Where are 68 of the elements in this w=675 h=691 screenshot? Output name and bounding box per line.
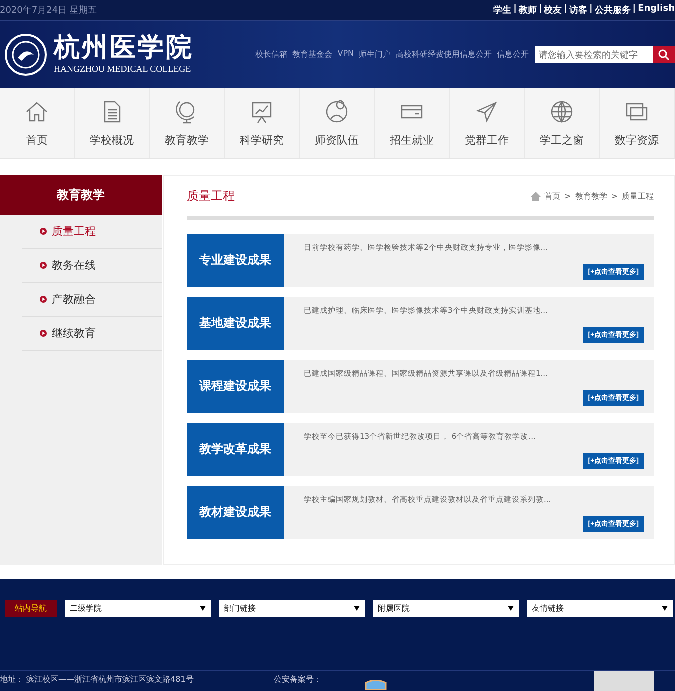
bullet-icon bbox=[40, 296, 47, 303]
separator-text: | bbox=[538, 4, 542, 16]
bullet-icon bbox=[40, 228, 47, 235]
sidebar-title: 教育教学 bbox=[0, 175, 162, 215]
home-icon bbox=[530, 192, 541, 200]
nav-link[interactable]: 科学研究 bbox=[240, 132, 284, 148]
search-button[interactable] bbox=[653, 46, 675, 63]
separator-text: | bbox=[564, 4, 568, 16]
date-text: 2020年7月24日 星期五 bbox=[0, 4, 97, 16]
breadcrumb-separator: > bbox=[611, 192, 618, 200]
select-field[interactable]: 友情链接 bbox=[527, 600, 673, 617]
college-english-name: HANGZHOU MEDICAL COLLEGE bbox=[54, 64, 192, 74]
header-link[interactable]: 信息公开 bbox=[497, 49, 529, 60]
nav-link[interactable]: 学校概况 bbox=[90, 132, 134, 148]
bullet-icon bbox=[40, 262, 47, 269]
search-icon bbox=[658, 48, 670, 60]
card-title[interactable]: 课程建设成果 bbox=[187, 360, 284, 413]
top-link[interactable]: English bbox=[638, 4, 675, 16]
select-field[interactable]: 部门链接 bbox=[219, 600, 365, 617]
nav-link[interactable]: 党群工作 bbox=[465, 132, 509, 148]
police-record-text: 公安备案号： bbox=[274, 674, 322, 685]
top-link[interactable]: 公共服务 bbox=[594, 4, 631, 16]
image-placeholder bbox=[594, 671, 654, 691]
caret-icon bbox=[508, 606, 514, 611]
top-link[interactable]: 校友 bbox=[544, 4, 562, 16]
header-link[interactable]: 高校科研经费使用信息公开 bbox=[396, 49, 492, 60]
card-title[interactable]: 教材建设成果 bbox=[187, 486, 284, 539]
separator-text: | bbox=[589, 4, 593, 16]
nav-link[interactable]: 首页 bbox=[26, 132, 48, 148]
caret-icon bbox=[200, 606, 206, 611]
nav-link[interactable]: 数字资源 bbox=[615, 132, 659, 148]
breadcrumb-separator: > bbox=[564, 192, 572, 200]
separator-text: | bbox=[632, 4, 636, 16]
address-text: 地址： 滨江校区——浙江省杭州市滨江区滨文路481号 bbox=[0, 674, 194, 685]
card-title[interactable]: 专业建设成果 bbox=[187, 234, 284, 287]
breadcrumb-link[interactable]: 质量工程 bbox=[622, 190, 654, 202]
top-link[interactable]: 教师 bbox=[518, 4, 537, 16]
caret-icon bbox=[662, 606, 668, 611]
header-link[interactable]: 校长信箱 bbox=[256, 49, 288, 60]
globe-icon bbox=[549, 98, 575, 124]
select-field[interactable]: 附属医院 bbox=[373, 600, 519, 617]
page-title: 质量工程 bbox=[187, 188, 235, 204]
site-nav-label: 站内导航 bbox=[5, 600, 57, 617]
nav-link[interactable]: 师资队伍 bbox=[315, 132, 359, 148]
header-link[interactable]: 教育基金会 bbox=[292, 49, 333, 60]
nav-link[interactable]: 学工之窗 bbox=[540, 132, 584, 148]
sidebar-item[interactable]: 产教融合 bbox=[22, 283, 162, 317]
select-field[interactable]: 二级学院 bbox=[65, 600, 211, 617]
seal-logo-icon bbox=[4, 32, 48, 76]
sidebar-item[interactable]: 质量工程 bbox=[22, 215, 162, 249]
shield-icon bbox=[365, 680, 387, 690]
header-link[interactable]: 师生门户 bbox=[359, 49, 391, 60]
caret-icon bbox=[354, 606, 360, 611]
top-link[interactable]: 访客 bbox=[569, 4, 588, 16]
separator-text: | bbox=[514, 4, 517, 16]
search-field[interactable]: 请您输入要检索的关键字 bbox=[535, 46, 653, 63]
card-title[interactable]: 基地建设成果 bbox=[187, 297, 284, 350]
nav-link[interactable]: 招生就业 bbox=[390, 132, 434, 148]
breadcrumb-link[interactable]: 教育教学 bbox=[575, 190, 608, 202]
college-name: 杭州医学院 bbox=[54, 35, 194, 61]
card-title[interactable]: 教学改革成果 bbox=[187, 423, 284, 476]
sidebar-item[interactable]: 教务在线 bbox=[22, 249, 162, 283]
breadcrumb-link[interactable]: 首页 bbox=[544, 190, 561, 202]
header-link[interactable]: VPN bbox=[338, 49, 354, 60]
bullet-icon bbox=[40, 330, 47, 337]
nav-link[interactable]: 教育教学 bbox=[165, 132, 209, 148]
sidebar-item[interactable]: 继续教育 bbox=[22, 317, 162, 351]
top-link[interactable]: 学生 bbox=[494, 4, 512, 16]
